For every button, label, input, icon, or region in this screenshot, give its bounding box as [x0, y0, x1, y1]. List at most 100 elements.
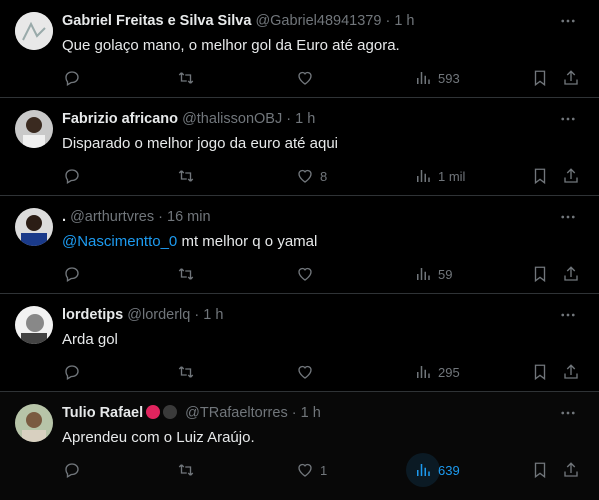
tweet-text: @Nascimentto_0 mt melhor q o yamal [62, 233, 317, 250]
avatar[interactable] [15, 404, 53, 442]
tweet-1[interactable]: Gabriel Freitas e Silva Silva @Gabriel48… [0, 0, 599, 98]
tweet-header: Fabrizio africano @thalissonOBJ · 1 h [62, 111, 315, 127]
like-button[interactable] [296, 360, 320, 384]
like-icon [298, 463, 312, 477]
bookmark-button[interactable] [531, 458, 549, 482]
reply-button[interactable] [63, 66, 87, 90]
reply-button[interactable] [63, 262, 87, 286]
separator: · [194, 307, 200, 323]
bookmark-icon [534, 266, 546, 283]
timestamp[interactable]: 1 h [203, 307, 223, 323]
share-button[interactable] [562, 458, 580, 482]
views-icon [417, 72, 430, 84]
more-icon[interactable] [559, 208, 577, 226]
bookmark-icon [534, 364, 546, 381]
tweet-2[interactable]: Fabrizio africano @thalissonOBJ · 1 h Di… [0, 98, 599, 196]
views-button[interactable]: 59 [414, 262, 452, 286]
views-count: 639 [438, 462, 460, 478]
like-button[interactable]: 8 [296, 164, 327, 188]
retweet-button[interactable] [177, 360, 201, 384]
views-button[interactable]: 295 [414, 360, 460, 384]
tweet-3[interactable]: . @arthurtvres · 16 min @Nascimentto_0 m… [0, 196, 599, 294]
tweet-actions: 8 1 mil [0, 164, 599, 188]
bookmark-button[interactable] [531, 66, 549, 90]
share-button[interactable] [562, 262, 580, 286]
tweet-text: Aprendeu com o Luiz Araújo. [62, 429, 255, 446]
tweet-actions: 593 [0, 66, 599, 90]
reply-icon [65, 365, 79, 380]
like-button[interactable]: 1 [296, 458, 327, 482]
tweet-header: Tulio Rafael @TRafaeltorres · 1 h [62, 405, 321, 421]
author-name[interactable]: Tulio Rafael [62, 405, 143, 421]
tweet-header: Gabriel Freitas e Silva Silva @Gabriel48… [62, 13, 415, 29]
author-handle[interactable]: @thalissonOBJ [182, 111, 282, 127]
tweet-text: Arda gol [62, 331, 118, 348]
author-name[interactable]: Gabriel Freitas e Silva Silva [62, 13, 251, 29]
share-icon [564, 266, 578, 281]
views-count: 59 [438, 266, 453, 282]
more-icon[interactable] [559, 404, 577, 422]
views-button[interactable]: 593 [414, 66, 460, 90]
share-button[interactable] [562, 360, 580, 384]
bookmark-icon [534, 462, 546, 479]
like-count: 1 [320, 462, 328, 478]
timestamp[interactable]: 16 min [167, 209, 211, 225]
retweet-button[interactable] [177, 164, 201, 188]
timestamp[interactable]: 1 h [301, 405, 321, 421]
retweet-button[interactable] [177, 458, 201, 482]
avatar[interactable] [15, 12, 53, 50]
mention-link[interactable]: @Nascimentto_0 [62, 233, 177, 250]
views-icon [417, 464, 430, 476]
views-count: 593 [438, 70, 460, 86]
share-icon [564, 364, 578, 379]
like-button[interactable] [296, 262, 320, 286]
author-name[interactable]: Fabrizio africano [62, 111, 178, 127]
author-handle[interactable]: @Gabriel48941379 [255, 13, 381, 29]
avatar[interactable] [15, 306, 53, 344]
share-button[interactable] [562, 66, 580, 90]
avatar[interactable] [15, 208, 53, 246]
author-name[interactable]: . [62, 209, 66, 225]
retweet-button[interactable] [177, 262, 201, 286]
retweet-button[interactable] [177, 66, 201, 90]
tweet-text: Que golaço mano, o melhor gol da Euro at… [62, 37, 400, 54]
author-name[interactable]: lordetips [62, 307, 123, 323]
like-icon [298, 71, 312, 85]
tweet-5[interactable]: Tulio Rafael @TRafaeltorres · 1 h Aprend… [0, 392, 599, 500]
share-button[interactable] [562, 164, 580, 188]
bookmark-button[interactable] [531, 360, 549, 384]
like-icon [298, 169, 312, 183]
bookmark-button[interactable] [531, 262, 549, 286]
bookmark-button[interactable] [531, 164, 549, 188]
timestamp[interactable]: 1 h [394, 13, 414, 29]
red-badge-icon [146, 405, 161, 419]
more-icon[interactable] [559, 12, 577, 30]
bookmark-icon [534, 168, 546, 185]
author-handle[interactable]: @arthurtvres [70, 209, 154, 225]
like-icon [298, 365, 312, 379]
more-icon[interactable] [559, 306, 577, 324]
reply-button[interactable] [63, 360, 87, 384]
reply-button[interactable] [63, 164, 87, 188]
timestamp[interactable]: 1 h [295, 111, 315, 127]
retweet-icon [178, 268, 194, 280]
reply-button[interactable] [63, 458, 87, 482]
more-icon[interactable] [559, 110, 577, 128]
tweet-header: . @arthurtvres · 16 min [62, 209, 211, 225]
tweet-4[interactable]: lordetips @lorderlq · 1 h Arda gol 295 [0, 294, 599, 392]
author-handle[interactable]: @TRafaeltorres [185, 405, 288, 421]
views-button[interactable]: 1 mil [414, 164, 465, 188]
retweet-icon [178, 464, 194, 476]
author-handle[interactable]: @lorderlq [127, 307, 190, 323]
separator: · [291, 405, 297, 421]
like-button[interactable] [296, 66, 320, 90]
tweet-text-body: mt melhor q o yamal [181, 233, 318, 250]
views-icon [417, 268, 430, 280]
separator: · [286, 111, 292, 127]
avatar[interactable] [15, 110, 53, 148]
reply-icon [65, 71, 79, 86]
views-icon [417, 170, 430, 182]
tweet-actions: 59 [0, 262, 599, 286]
reply-icon [65, 463, 79, 478]
views-button[interactable]: 639 [406, 453, 460, 487]
